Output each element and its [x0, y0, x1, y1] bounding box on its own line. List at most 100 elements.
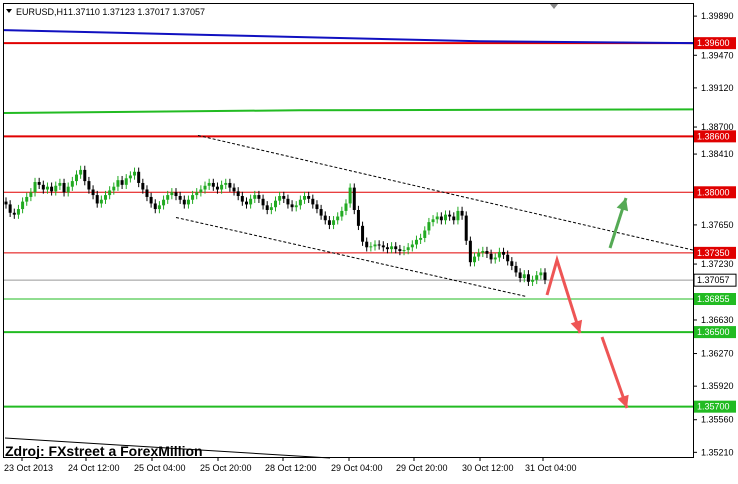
candle-body — [149, 196, 153, 204]
candle-body — [344, 203, 348, 211]
x-tick-label: 24 Oct 12:00 — [68, 463, 120, 473]
x-tick-label: 25 Oct 04:00 — [134, 463, 186, 473]
y-tick-label: 1.36270 — [701, 349, 734, 359]
candle-body — [162, 199, 166, 206]
candle-body — [199, 189, 203, 193]
candle-body — [166, 195, 170, 200]
candle-body — [95, 195, 99, 204]
candle-body — [124, 178, 128, 185]
candle-body — [460, 210, 464, 216]
candle-body — [522, 274, 526, 279]
y-tick-label: 1.39890 — [701, 11, 734, 21]
candle-body — [45, 186, 49, 190]
candle-body — [356, 209, 360, 226]
candle-body — [468, 240, 472, 263]
candle-body — [83, 169, 87, 182]
candle-body — [303, 196, 307, 200]
level-tag-label-3: 1.37350 — [697, 248, 730, 258]
candle-body — [33, 182, 37, 193]
candle-body — [456, 210, 460, 221]
candle-body — [282, 196, 286, 199]
candle-body — [419, 237, 423, 240]
candle-body — [104, 195, 108, 200]
candle-body — [506, 254, 510, 262]
candle-body — [377, 244, 381, 246]
y-tick-label: 1.36630 — [701, 315, 734, 325]
candle-body — [423, 230, 427, 238]
y-tick-label: 1.35560 — [701, 415, 734, 425]
candle-body — [340, 210, 344, 217]
candle-body — [137, 171, 141, 183]
candle-body — [203, 185, 207, 190]
candle-body — [87, 181, 91, 190]
candle-body — [16, 209, 20, 215]
candle-body — [153, 203, 157, 210]
candle-body — [286, 198, 290, 205]
candle-body — [543, 272, 547, 280]
candle-body — [50, 186, 54, 192]
plot-frame — [3, 3, 694, 458]
chart-svg: EURUSD,H1 1.37110 1.37123 1.37017 1.3705… — [3, 3, 737, 473]
candle-body — [443, 214, 447, 221]
price-chart[interactable]: EURUSD,H1 1.37110 1.37123 1.37017 1.3705… — [0, 0, 738, 479]
y-tick-label: 1.39470 — [701, 50, 734, 60]
price-axis: 1.398901.394701.391201.387001.384101.379… — [693, 11, 734, 457]
candle-body — [191, 195, 195, 200]
candle-body — [74, 174, 78, 182]
candle-body — [108, 190, 112, 196]
candle-body — [37, 182, 41, 185]
candle-body — [116, 180, 120, 187]
candle-body — [91, 189, 95, 196]
candle-body — [365, 241, 369, 248]
x-tick-label: 30 Oct 12:00 — [462, 463, 514, 473]
candle-body — [66, 186, 70, 193]
candle-body — [493, 257, 497, 260]
level-tag-label-4: 1.36855 — [697, 294, 730, 304]
candle-body — [402, 250, 406, 252]
candle-body — [348, 187, 352, 204]
candle-body — [510, 261, 514, 266]
candle-body — [539, 272, 543, 276]
candle-body — [514, 265, 518, 273]
y-tick-label: 1.38410 — [701, 149, 734, 159]
candle-body — [112, 186, 116, 191]
symbol-label: EURUSD,H1 — [16, 7, 68, 17]
watermark-text: Zdroj: FXstreet a ForexMillion — [5, 443, 203, 459]
candle-body — [464, 215, 468, 241]
candle-body — [58, 182, 62, 186]
candle-body — [228, 182, 232, 188]
candle-body — [253, 195, 257, 199]
candle-body — [373, 244, 377, 247]
level-tag-label-5: 1.36500 — [697, 327, 730, 337]
candle-body — [290, 204, 294, 208]
candle-body — [120, 180, 124, 185]
candle-body — [62, 182, 66, 193]
candle-body — [489, 253, 493, 260]
candle-body — [186, 199, 190, 205]
candle-body — [4, 201, 8, 205]
x-tick-label: 28 Oct 12:00 — [265, 463, 317, 473]
x-tick-label: 29 Oct 04:00 — [331, 463, 383, 473]
candle-body — [497, 251, 501, 258]
candle-body — [21, 201, 25, 210]
candle-body — [361, 225, 365, 242]
candle-body — [257, 195, 261, 199]
candle-body — [174, 192, 178, 197]
y-tick-label: 1.35210 — [701, 447, 734, 457]
candle-body — [170, 192, 174, 196]
candle-body — [298, 199, 302, 206]
candle-body — [8, 204, 12, 213]
candle-body — [526, 274, 530, 282]
candle-body — [274, 200, 277, 208]
candle-body — [385, 247, 389, 250]
candle-body — [54, 185, 58, 192]
candle-body — [29, 192, 33, 197]
candle-body — [278, 196, 282, 201]
candle-body — [477, 252, 481, 257]
candle-body — [249, 198, 253, 205]
candle-body — [307, 196, 311, 199]
candle-body — [311, 198, 315, 205]
candle-body — [352, 187, 356, 210]
candle-body — [240, 196, 244, 202]
candle-body — [394, 246, 398, 250]
